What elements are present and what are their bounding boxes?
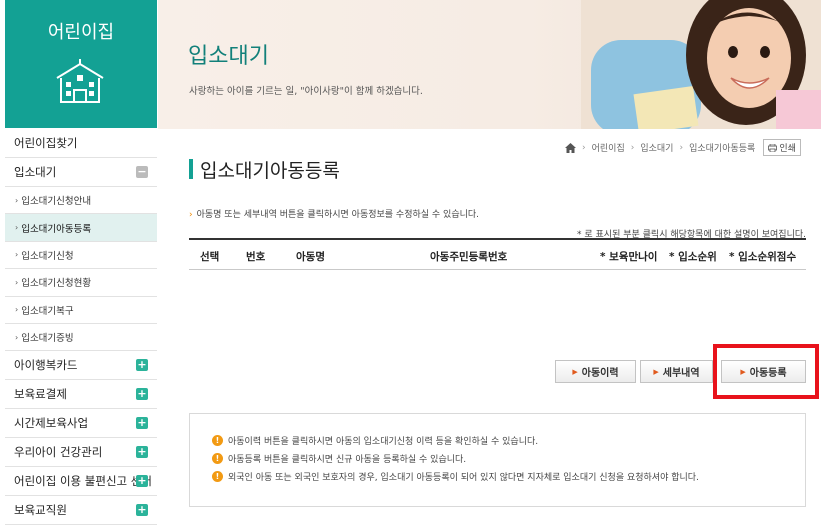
sidebar-item-label: 보육교직원 bbox=[14, 503, 67, 518]
details-button[interactable]: ▶ 세부내역 bbox=[640, 360, 713, 383]
col-age[interactable]: * 보육만나이 bbox=[600, 249, 657, 264]
sidebar-item-label: 입소대기신청안내 bbox=[21, 196, 92, 208]
site-logo[interactable]: 어린이집 bbox=[5, 0, 157, 128]
sidebar-item-staff[interactable]: 보육교직원 + bbox=[5, 496, 157, 526]
sidebar-item-label: 입소대기 bbox=[14, 165, 57, 179]
sidebar-subitem-restore[interactable]: › 입소대기복구 bbox=[5, 297, 157, 324]
play-icon: ▶ bbox=[572, 367, 578, 376]
bullet-icon: › bbox=[15, 277, 19, 287]
notice-top-text: 아동명 또는 세부내역 버튼을 클릭하시면 아동정보를 수정하실 수 있습니다. bbox=[196, 210, 480, 220]
breadcrumb: › 어린이집 › 입소대기 › 입소대기아동등록 인쇄 bbox=[565, 139, 801, 156]
sidebar-subitem-status[interactable]: › 입소대기신청현황 bbox=[5, 269, 157, 297]
info-text: 아동등록 버튼을 클릭하시면 신규 아동을 등록하실 수 있습니다. bbox=[228, 455, 467, 465]
expand-icon[interactable]: + bbox=[136, 359, 148, 372]
sidebar-item-label: 어린이집 이용 불편신고 센터 bbox=[14, 474, 152, 489]
button-label: 아동이력 bbox=[581, 368, 619, 379]
home-icon[interactable] bbox=[565, 142, 576, 153]
info-text: 외국인 아동 또는 외국인 보호자의 경우, 입소대기 아동등록이 되어 있지 … bbox=[228, 473, 699, 483]
button-label: 세부내역 bbox=[662, 368, 700, 379]
collapse-icon[interactable]: − bbox=[136, 166, 148, 178]
sidebar-item-label: 우리아이 건강관리 bbox=[14, 445, 103, 460]
breadcrumb-item[interactable]: 입소대기아동등록 bbox=[689, 141, 755, 154]
notice-top: › 아동명 또는 세부내역 버튼을 클릭하시면 아동정보를 수정하실 수 있습니다… bbox=[189, 207, 479, 220]
sidebar-item-label: 보육료결제 bbox=[14, 387, 67, 402]
expand-icon[interactable]: + bbox=[136, 417, 148, 430]
col-number: 번호 bbox=[246, 251, 266, 263]
sidebar-item-label: 입소대기신청현황 bbox=[21, 278, 92, 290]
col-rank[interactable]: * 입소순위 bbox=[669, 249, 717, 264]
col-resident-number: 아동주민등록번호 bbox=[430, 251, 508, 263]
banner-child-photo bbox=[581, 0, 821, 129]
chevron-right-icon: › bbox=[582, 142, 586, 153]
sidebar-subitem-apply[interactable]: › 입소대기신청 bbox=[5, 242, 157, 270]
info-line: ! 외국인 아동 또는 외국인 보호자의 경우, 입소대기 아동등록이 되어 있… bbox=[212, 470, 805, 483]
arrow-icon: › bbox=[189, 210, 193, 220]
sidebar-subitem-proof[interactable]: › 입소대기증빙 bbox=[5, 324, 157, 352]
sidebar-item-find-daycare[interactable]: 어린이집찾기 bbox=[5, 129, 157, 158]
info-icon: ! bbox=[212, 435, 223, 446]
chevron-right-icon: › bbox=[679, 142, 684, 153]
sidebar-item-label: 어린이집찾기 bbox=[14, 136, 78, 150]
sidebar-item-label: 입소대기아동등록 bbox=[21, 223, 92, 235]
sidebar-subitem-child-register[interactable]: › 입소대기아동등록 bbox=[5, 214, 157, 242]
page-title: 입소대기아동등록 bbox=[189, 156, 340, 183]
highlight-box bbox=[713, 344, 819, 399]
print-button[interactable]: 인쇄 bbox=[763, 139, 801, 156]
sidebar-item-label: 입소대기신청 bbox=[21, 250, 74, 262]
child-history-button[interactable]: ▶ 아동이력 bbox=[555, 360, 636, 383]
info-line: ! 아동이력 버튼을 클릭하시면 아동의 입소대기신청 이력 등을 확인하실 수… bbox=[212, 434, 805, 447]
banner-title: 입소대기 bbox=[188, 44, 269, 69]
sidebar-item-label: 입소대기복구 bbox=[21, 305, 74, 317]
info-box: ! 아동이력 버튼을 클릭하시면 아동의 입소대기신청 이력 등을 확인하실 수… bbox=[189, 413, 806, 507]
sidebar-item-happy-card[interactable]: 아이행복카드 + bbox=[5, 351, 157, 381]
expand-icon[interactable]: + bbox=[136, 504, 148, 517]
bullet-icon: › bbox=[15, 195, 19, 205]
sidebar-item-complaint-center[interactable]: 어린이집 이용 불편신고 센터 + bbox=[5, 467, 157, 497]
sidebar-item-waitlist[interactable]: 입소대기 − bbox=[5, 158, 157, 187]
breadcrumb-item[interactable]: 어린이집 bbox=[592, 141, 625, 154]
info-text: 아동이력 버튼을 클릭하시면 아동의 입소대기신청 이력 등을 확인하실 수 있… bbox=[228, 437, 539, 447]
info-icon: ! bbox=[212, 453, 223, 464]
sidebar-item-fee-payment[interactable]: 보육료결제 + bbox=[5, 380, 157, 410]
chevron-right-icon: › bbox=[630, 142, 635, 153]
info-line: ! 아동등록 버튼을 클릭하시면 신규 아동을 등록하실 수 있습니다. bbox=[212, 452, 805, 465]
info-icon: ! bbox=[212, 471, 223, 482]
bullet-icon: › bbox=[15, 250, 19, 260]
breadcrumb-item[interactable]: 입소대기 bbox=[640, 141, 673, 154]
expand-icon[interactable]: + bbox=[136, 475, 148, 488]
sidebar-item-hourly-care[interactable]: 시간제보육사업 + bbox=[5, 409, 157, 439]
table-header: 선택 번호 아동명 아동주민등록번호 * 보육만나이 * 입소순위 * 입소순위… bbox=[189, 238, 806, 270]
expand-icon[interactable]: + bbox=[136, 388, 148, 401]
col-rank-score[interactable]: * 입소순위점수 bbox=[729, 249, 796, 264]
printer-icon bbox=[768, 143, 778, 152]
banner-subtitle: 사랑하는 아이를 기르는 일, "아이사랑"이 함께 하겠습니다. bbox=[189, 86, 423, 97]
sidebar-item-label: 입소대기증빙 bbox=[21, 333, 74, 345]
col-child-name: 아동명 bbox=[296, 251, 325, 263]
bullet-icon: › bbox=[15, 223, 19, 233]
sidebar-item-health[interactable]: 우리아이 건강관리 + bbox=[5, 438, 157, 468]
bullet-icon: › bbox=[15, 332, 19, 342]
sidebar-item-label: 아이행복카드 bbox=[14, 358, 78, 373]
col-select: 선택 bbox=[200, 251, 220, 263]
sidebar-item-label: 시간제보육사업 bbox=[14, 416, 89, 431]
play-icon: ▶ bbox=[653, 367, 659, 376]
expand-icon[interactable]: + bbox=[136, 446, 148, 459]
sidebar-subitem-guide[interactable]: › 입소대기신청안내 bbox=[5, 187, 157, 215]
child-table: 선택 번호 아동명 아동주민등록번호 * 보육만나이 * 입소순위 * 입소순위… bbox=[189, 238, 806, 270]
page-banner: 입소대기 사랑하는 아이를 기르는 일, "아이사랑"이 함께 하겠습니다. bbox=[158, 0, 821, 129]
sidebar-nav: 어린이집찾기 입소대기 − › 입소대기신청안내 › 입소대기아동등록 › 입소… bbox=[5, 129, 157, 526]
house-icon bbox=[56, 59, 104, 103]
logo-text: 어린이집 bbox=[47, 22, 115, 43]
print-label: 인쇄 bbox=[779, 144, 796, 154]
bullet-icon: › bbox=[15, 305, 19, 315]
